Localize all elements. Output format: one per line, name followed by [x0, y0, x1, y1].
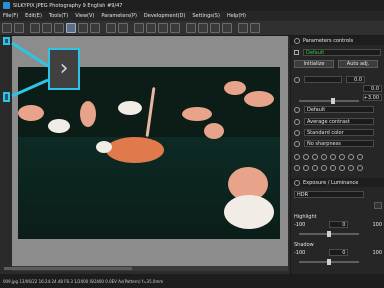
shadow-value[interactable]: 0 [329, 249, 349, 256]
sharpness-dropdown[interactable]: No sharpness [304, 140, 374, 147]
wb-value-3[interactable]: +3.00 [363, 94, 382, 101]
exposure-dropdown[interactable]: Default [304, 106, 374, 113]
tool-8-icon[interactable] [357, 154, 363, 160]
tool-11-icon[interactable] [312, 165, 318, 171]
tool-5-icon[interactable] [330, 154, 336, 160]
shadow-max: 100 [372, 249, 382, 256]
highlight-value[interactable]: 0 [329, 221, 349, 228]
preset-toggle[interactable] [294, 50, 299, 55]
tool-9-icon[interactable] [294, 165, 300, 171]
tool-16-icon[interactable] [357, 165, 363, 171]
tool-12-icon[interactable] [321, 165, 327, 171]
hdr-dropdown[interactable]: HDR [294, 191, 364, 198]
sharpness-icon [294, 140, 300, 147]
auto-adjust-button[interactable]: Auto adj. [338, 60, 378, 68]
highlight-max: 100 [372, 221, 382, 228]
tone-dropdown[interactable]: Average contrast [304, 118, 374, 125]
tool-2-icon[interactable] [303, 154, 309, 160]
color-icon [294, 129, 300, 136]
wb-slider[interactable] [299, 100, 359, 102]
tool-15-icon[interactable] [348, 165, 354, 171]
white-balance-icon [294, 76, 300, 83]
parameters-panel: Parameters controls Default Initialize A… [290, 36, 384, 274]
parameters-header: Parameters controls [291, 36, 384, 45]
tone-icon [294, 118, 300, 125]
exposure-section-icon [294, 179, 300, 186]
highlight-label: Highlight [294, 214, 317, 220]
initialize-button[interactable]: Initialize [294, 60, 334, 68]
status-text: 009.jpg 13/06/22 16:24:24.48 F6.3 1/2000… [3, 278, 164, 284]
shadow-min: -100 [294, 249, 306, 256]
tool-6-icon[interactable] [339, 154, 345, 160]
tool-7-icon[interactable] [348, 154, 354, 160]
sliders-icon [294, 37, 300, 44]
tool-10-icon[interactable] [303, 165, 309, 171]
tool-4-icon[interactable] [321, 154, 327, 160]
wb-value-2[interactable]: 0.0 [363, 85, 382, 92]
hdr-option-button[interactable] [374, 202, 382, 209]
shadow-slider-knob[interactable] [327, 259, 331, 265]
tool-3-icon[interactable] [312, 154, 318, 160]
wb-slider-knob[interactable] [331, 98, 335, 104]
tool-13-icon[interactable] [330, 165, 336, 171]
tool-14-icon[interactable] [339, 165, 345, 171]
highlight-min: -100 [294, 221, 306, 228]
color-dropdown[interactable]: Standard color [304, 129, 374, 136]
status-bar: 009.jpg 13/06/22 16:24:24.48 F6.3 1/2000… [0, 274, 384, 288]
exposure-icon [294, 106, 300, 113]
tool-1-icon[interactable] [294, 154, 300, 160]
shadow-label: Shadow [294, 242, 314, 248]
wb-dropdown[interactable] [304, 76, 342, 83]
exposure-header: Exposure / Luminance [291, 178, 384, 187]
wb-value-1[interactable]: 0.0 [346, 76, 365, 83]
highlight-slider-knob[interactable] [327, 231, 331, 237]
preset-dropdown[interactable]: Default [303, 49, 381, 56]
